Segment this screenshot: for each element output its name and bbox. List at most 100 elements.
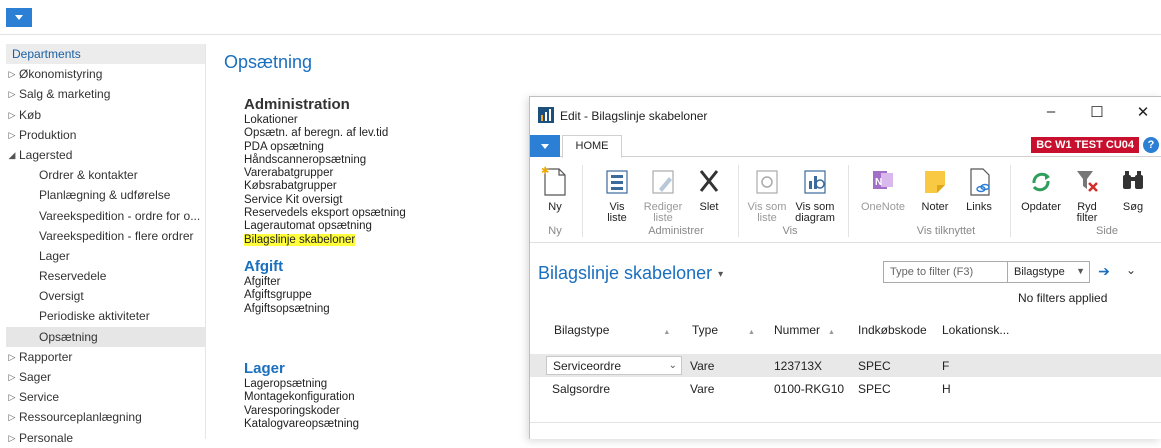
delete-button[interactable]: Slet — [686, 163, 732, 213]
new-button[interactable]: ✱ Ny — [532, 163, 578, 213]
nav-item[interactable]: ▷ Personale — [6, 428, 205, 448]
sort-icon: ▲ — [663, 329, 671, 336]
collapsed-triangle-icon[interactable]: ▷ — [6, 407, 18, 427]
setup-link-label: Lageropsætning — [244, 378, 328, 390]
nav-item[interactable]: ▷ Økonomistyring — [6, 64, 205, 84]
setup-link[interactable]: Købsrabatgrupper — [244, 180, 406, 193]
setup-link[interactable]: Varerabatgrupper — [244, 167, 406, 180]
collapsed-triangle-icon[interactable]: ▷ — [6, 84, 18, 104]
minimize-icon[interactable]: – — [1036, 103, 1066, 120]
setup-link[interactable]: Afgiftsgruppe — [244, 289, 330, 302]
setup-link[interactable]: Afgiftsopsætning — [244, 303, 330, 316]
clear-filter-button[interactable]: Ryd filter — [1064, 163, 1110, 224]
table-row[interactable]: Salgsordre Vare 0100-RKG10 SPEC H — [530, 377, 1161, 400]
nav-item[interactable]: Periodiske aktiviteter — [6, 306, 205, 326]
nav-item[interactable]: ▷ Køb — [6, 105, 205, 125]
search-button[interactable]: Søg — [1110, 163, 1156, 213]
setup-link-label: Varerabatgrupper — [244, 167, 334, 180]
nav-item[interactable]: Vareekspedition - flere ordrer — [6, 226, 205, 246]
column-header-indkobskode[interactable]: Indkøbskode — [858, 323, 927, 337]
maximize-icon[interactable]: ☐ — [1082, 103, 1112, 121]
show-as-chart-button[interactable]: Vis som diagram — [792, 163, 838, 224]
clear-filter-icon — [1077, 171, 1098, 192]
list-title[interactable]: Bilagslinje skabeloner ▾ — [538, 263, 723, 284]
delete-label: Slet — [699, 201, 719, 213]
notes-button[interactable]: Noter — [912, 163, 958, 213]
apply-filter-arrow-icon[interactable]: ➔ — [1092, 261, 1116, 283]
collapsed-triangle-icon[interactable]: ▷ — [6, 105, 18, 125]
setup-link[interactable]: PDA opsætning — [244, 141, 406, 154]
nav-item[interactable]: ▷ Sager — [6, 367, 205, 387]
notes-icon — [925, 171, 945, 193]
nav-item[interactable]: ◢ Lagersted — [6, 145, 205, 165]
header-divider — [0, 34, 1161, 35]
expanded-triangle-icon[interactable]: ◢ — [6, 145, 18, 165]
nav-item[interactable]: Lager — [6, 246, 205, 266]
setup-link[interactable]: Opsætn. af beregn. af lev.tid — [244, 127, 406, 140]
tab-home[interactable]: HOME — [562, 135, 622, 158]
nav-item-label: Vareekspedition - flere ordrer — [39, 228, 194, 243]
table-row[interactable]: Serviceordre ⌄ Vare 123713X SPEC F — [530, 354, 1161, 377]
onenote-button[interactable]: N OneNote — [856, 163, 910, 213]
setup-link[interactable]: Bilagslinje skabeloner — [244, 233, 406, 247]
collapsed-triangle-icon[interactable]: ▷ — [6, 347, 18, 367]
nav-item[interactable]: Planlægning & udførelse — [6, 185, 205, 205]
column-header-type[interactable]: Type ▲ — [692, 323, 755, 337]
collapsed-triangle-icon[interactable]: ▷ — [6, 367, 18, 387]
notes-label: Noter — [921, 201, 949, 213]
collapsed-triangle-icon[interactable]: ▷ — [6, 428, 18, 448]
edit-list-button[interactable]: Rediger liste — [640, 163, 686, 224]
show-as-list-button[interactable]: Vis som liste — [744, 163, 790, 224]
search-label: Søg — [1122, 201, 1144, 213]
nav-item[interactable]: Opsætning — [6, 326, 205, 347]
column-header-lokationskode[interactable]: Lokationsk... — [942, 323, 1009, 337]
setup-link[interactable]: Lokationer — [244, 114, 406, 127]
nav-item[interactable]: ▷ Service — [6, 387, 205, 407]
column-header-nummer[interactable]: Nummer ▲ — [774, 323, 835, 337]
list-divider — [530, 422, 1161, 423]
setup-link[interactable]: Katalogvareopsætning — [244, 418, 359, 431]
column-header-bilagstype[interactable]: Bilagstype ▲ — [554, 323, 670, 337]
help-icon[interactable]: ? — [1143, 137, 1159, 153]
onenote-label: OneNote — [860, 201, 906, 213]
setup-link[interactable]: Reservedels eksport opsætning — [244, 207, 406, 220]
setup-link[interactable]: Montagekonfiguration — [244, 391, 359, 404]
setup-link[interactable]: Varesporingskoder — [244, 405, 359, 418]
collapsed-triangle-icon[interactable]: ▷ — [6, 387, 18, 407]
collapsed-triangle-icon[interactable]: ▷ — [6, 125, 18, 145]
cell-nummer: 0100-RKG10 — [774, 382, 845, 396]
expand-filter-chevron-icon[interactable]: ⌄ — [1126, 263, 1136, 277]
nav-item[interactable]: ▷ Salg & marketing — [6, 84, 205, 104]
setup-link[interactable]: Håndscanneropsætning — [244, 154, 406, 167]
nav-item[interactable]: Reservedele — [6, 266, 205, 286]
nav-item[interactable]: Vareekspedition - ordre for o... — [6, 206, 205, 226]
close-icon[interactable]: ✕ — [1128, 103, 1158, 121]
collapsed-triangle-icon[interactable]: ▷ — [6, 64, 18, 84]
app-menu-button[interactable] — [6, 8, 32, 27]
bilagstype-select[interactable]: Serviceordre ⌄ — [546, 356, 682, 375]
refresh-button[interactable]: Opdater — [1016, 163, 1066, 213]
filter-field-value: Bilagstype — [1014, 266, 1065, 278]
onenote-icon: N — [873, 171, 893, 189]
ribbon-menu-button[interactable] — [530, 135, 560, 157]
show-as-list-label-2: liste — [757, 212, 777, 224]
nav-item[interactable]: ▷ Produktion — [6, 125, 205, 145]
nav-item[interactable]: Ordrer & kontakter — [6, 165, 205, 185]
filter-field-select[interactable]: Bilagstype ▼ — [1008, 261, 1090, 283]
setup-link[interactable]: Lageropsætning — [244, 378, 359, 391]
nav-item[interactable]: ▷ Rapporter — [6, 347, 205, 367]
nav-item[interactable]: Oversigt — [6, 286, 205, 306]
nav-item[interactable]: ▷ Ressourceplanlægning — [6, 407, 205, 427]
setup-link[interactable]: Service Kit oversigt — [244, 194, 406, 207]
filter-status: No filters applied — [1018, 291, 1108, 305]
filter-input[interactable]: Type to filter (F3) — [883, 261, 1008, 283]
setup-section: Administration Lokationer Opsætn. af bereg… — [244, 96, 406, 247]
page-title: Opsætning — [224, 52, 313, 72]
view-list-button[interactable]: Vis liste — [594, 163, 640, 224]
links-button[interactable]: Links — [956, 163, 1002, 213]
nav-departments[interactable]: Departments — [6, 44, 205, 65]
column-label: Bilagstype — [554, 323, 610, 337]
setup-link[interactable]: Lagerautomat opsætning — [244, 220, 406, 233]
cell-bilagstype: Salgsordre — [552, 382, 611, 396]
setup-link[interactable]: Afgifter — [244, 276, 330, 289]
